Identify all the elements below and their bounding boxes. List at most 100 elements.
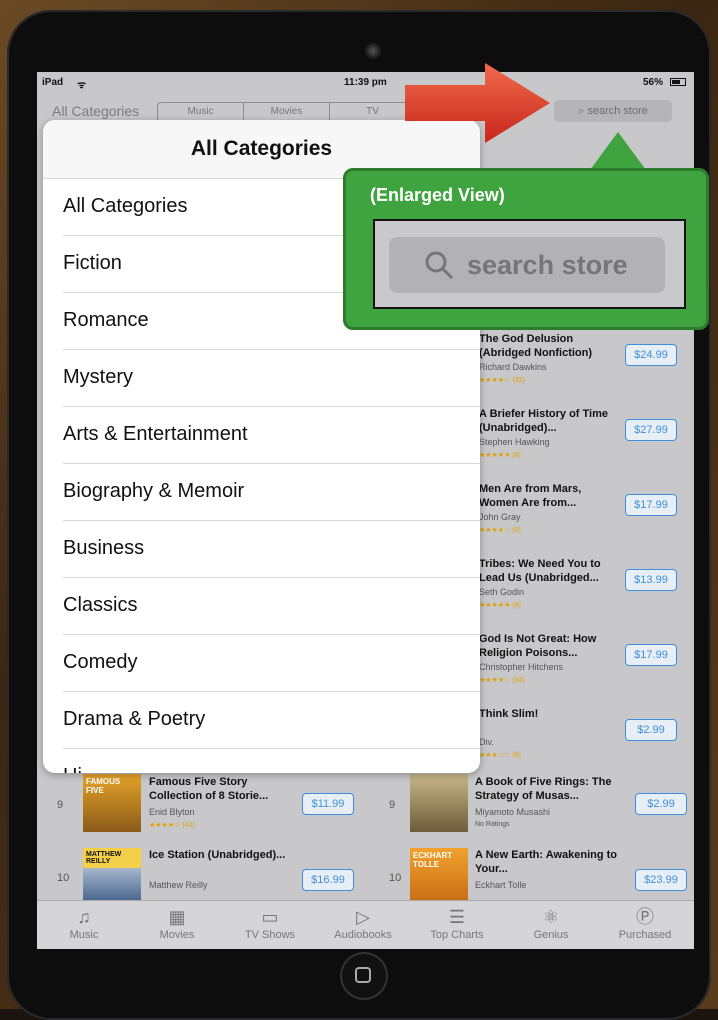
cover-text: ECKHART TOLLE bbox=[413, 851, 453, 869]
tab-music[interactable]: ♫ Music bbox=[39, 905, 129, 941]
category-biography-memoir[interactable]: Biography & Memoir bbox=[63, 463, 480, 521]
battery-percent: 56% bbox=[643, 77, 664, 88]
list-item[interactable]: God Is Not Great: How Religion Poisons..… bbox=[477, 632, 694, 707]
tab-label: Genius bbox=[533, 929, 569, 941]
book-rating: ★★★★☆ (9) bbox=[479, 527, 521, 534]
price-button[interactable]: $2.99 bbox=[635, 793, 687, 815]
list-item[interactable]: 9 A Book of Five Rings: The Strategy of … bbox=[367, 772, 694, 834]
book-cover bbox=[410, 774, 468, 832]
rank-number: 9 bbox=[57, 799, 64, 811]
book-rating: ★★★☆☆ (8) bbox=[479, 752, 521, 759]
tab-movies[interactable]: ▦ Movies bbox=[132, 905, 222, 941]
book-title: A Book of Five Rings: The Strategy of Mu… bbox=[475, 776, 612, 802]
enlarged-search-field: search store bbox=[389, 237, 665, 293]
book-title: Tribes: We Need You to Lead Us (Unabridg… bbox=[479, 558, 601, 584]
book-author: Miyamoto Musashi bbox=[475, 807, 551, 817]
category-comedy[interactable]: Comedy bbox=[63, 634, 480, 692]
enlarged-search-text: search store bbox=[467, 250, 628, 280]
book-author: Enid Blyton bbox=[149, 807, 195, 817]
tab-purchased[interactable]: Ⓟ Purchased bbox=[600, 905, 690, 941]
search-store-field[interactable]: ⌕ search store bbox=[554, 100, 672, 122]
callout-pointer bbox=[590, 132, 646, 170]
book-title: Men Are from Mars, Women Are from... bbox=[479, 483, 582, 509]
search-placeholder: search store bbox=[587, 105, 648, 117]
tv-icon: ▭ bbox=[261, 907, 279, 927]
tab-label: Purchased bbox=[618, 929, 672, 941]
category-history[interactable]: Hi... bbox=[63, 748, 480, 773]
book-author: Christopher Hitchens bbox=[479, 662, 564, 672]
book-rating: ★★★★☆ (34) bbox=[479, 677, 525, 684]
tab-tv-shows[interactable]: ▭ TV Shows bbox=[225, 905, 315, 941]
book-title: Think Slim! bbox=[479, 708, 539, 720]
book-cover: ECKHART TOLLE bbox=[410, 848, 468, 906]
tab-label: Movies bbox=[159, 929, 195, 941]
book-rating: ★★★★☆ (32) bbox=[479, 377, 525, 384]
callout-zoom-box: search store bbox=[373, 219, 686, 309]
price-button[interactable]: $27.99 bbox=[625, 419, 677, 441]
list-item[interactable]: Think Slim! Div. ★★★☆☆ (8) $2.99 bbox=[477, 707, 694, 782]
audiobook-icon: ▷ bbox=[356, 907, 370, 927]
category-drama-poetry[interactable]: Drama & Poetry bbox=[63, 691, 480, 749]
tab-label: Music bbox=[69, 929, 99, 941]
home-button[interactable] bbox=[340, 952, 388, 1000]
cover-text: MATTHEW REILLY bbox=[83, 848, 141, 868]
category-mystery[interactable]: Mystery bbox=[63, 349, 480, 407]
book-title: The God Delusion (Abridged Nonfiction) bbox=[479, 333, 593, 359]
list-item[interactable]: 10 ECKHART TOLLE A New Earth: Awakening … bbox=[367, 842, 694, 906]
status-time: 11:39 pm bbox=[344, 77, 387, 88]
home-square-icon bbox=[355, 967, 371, 983]
price-button[interactable]: $11.99 bbox=[302, 793, 354, 815]
book-title: A New Earth: Awakening to Your... bbox=[475, 849, 618, 875]
book-rating: ★★★★★ (8) bbox=[479, 602, 521, 609]
book-author: Matthew Reilly bbox=[149, 880, 208, 890]
book-rating: No Ratings bbox=[475, 821, 510, 828]
book-cover: MATTHEW REILLY bbox=[83, 848, 141, 906]
price-button[interactable]: $23.99 bbox=[635, 869, 687, 891]
music-note-icon: ♫ bbox=[77, 907, 91, 927]
red-arrow-annotation bbox=[405, 63, 550, 143]
list-item[interactable]: The God Delusion (Abridged Nonfiction) Ri… bbox=[477, 332, 694, 407]
list-item[interactable]: 10 MATTHEW REILLY Ice Station (Unabridge… bbox=[37, 842, 364, 906]
status-bar: iPad ᯤ 11:39 pm 56% bbox=[37, 72, 694, 92]
book-author: Seth Godin bbox=[479, 587, 525, 597]
category-business[interactable]: Business bbox=[63, 520, 480, 578]
purchased-icon: Ⓟ bbox=[636, 907, 654, 927]
book-rating: ★★★★★ (8) bbox=[479, 452, 521, 459]
price-button[interactable]: $24.99 bbox=[625, 344, 677, 366]
film-icon: ▦ bbox=[168, 907, 186, 927]
category-classics[interactable]: Classics bbox=[63, 577, 480, 635]
enlarged-view-callout: (Enlarged View) search store bbox=[343, 168, 709, 330]
rank-number: 10 bbox=[389, 872, 402, 884]
atom-icon: ⚛ bbox=[542, 907, 560, 927]
book-author: Richard Dawkins bbox=[479, 362, 547, 372]
categories-button[interactable]: All Categories bbox=[52, 103, 139, 119]
category-arts-entertainment[interactable]: Arts & Entertainment bbox=[63, 406, 480, 464]
camera-icon bbox=[365, 43, 381, 59]
book-title: God Is Not Great: How Religion Poisons..… bbox=[479, 633, 597, 659]
book-list-bottom: 9 FAMOUS FIVE Famous Five Story Collecti… bbox=[37, 772, 694, 906]
tab-bar: ♫ Music ▦ Movies ▭ TV Shows ▷ Audiobooks… bbox=[37, 900, 694, 949]
price-button[interactable]: $17.99 bbox=[625, 644, 677, 666]
rank-number: 10 bbox=[57, 872, 70, 884]
tab-label: Top Charts bbox=[430, 929, 484, 941]
price-button[interactable]: $13.99 bbox=[625, 569, 677, 591]
segment-movies[interactable]: Movies bbox=[244, 103, 330, 121]
wifi-icon: ᯤ bbox=[77, 80, 87, 91]
media-segmented-control: Music Movies TV bbox=[157, 102, 416, 122]
tab-audiobooks[interactable]: ▷ Audiobooks bbox=[318, 905, 408, 941]
book-cover: FAMOUS FIVE bbox=[83, 774, 141, 832]
book-title: Famous Five Story Collection of 8 Storie… bbox=[149, 776, 269, 802]
price-button[interactable]: $17.99 bbox=[625, 494, 677, 516]
tab-genius[interactable]: ⚛ Genius bbox=[506, 905, 596, 941]
tab-label: Audiobooks bbox=[334, 929, 392, 941]
tab-top-charts[interactable]: ☰ Top Charts bbox=[412, 905, 502, 941]
price-button[interactable]: $16.99 bbox=[302, 869, 354, 891]
segment-tv[interactable]: TV bbox=[330, 103, 415, 121]
list-item[interactable]: A Briefer History of Time (Unabridged)..… bbox=[477, 407, 694, 482]
list-item[interactable]: Men Are from Mars, Women Are from... John… bbox=[477, 482, 694, 557]
list-item[interactable]: Tribes: We Need You to Lead Us (Unabridg… bbox=[477, 557, 694, 632]
segment-music[interactable]: Music bbox=[158, 103, 244, 121]
price-button[interactable]: $2.99 bbox=[625, 719, 677, 741]
list-item[interactable]: 9 FAMOUS FIVE Famous Five Story Collecti… bbox=[37, 772, 364, 834]
book-author: Div. bbox=[479, 737, 494, 747]
